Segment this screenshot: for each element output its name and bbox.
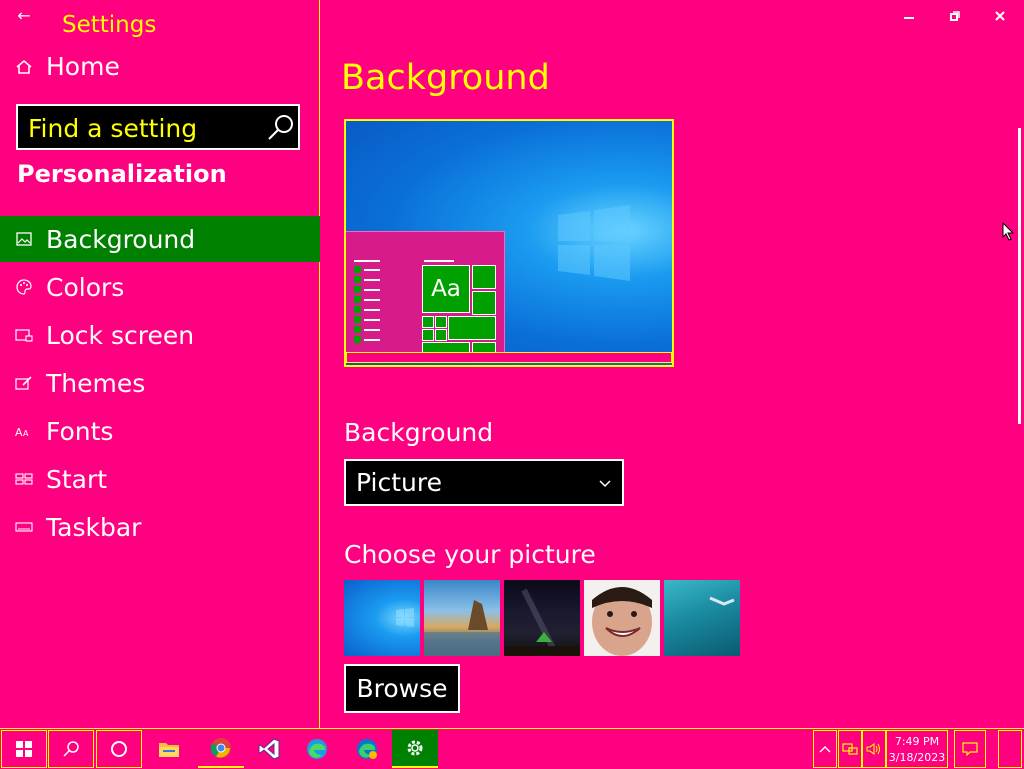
gear-icon — [407, 740, 423, 756]
svg-text:A: A — [15, 426, 23, 438]
tent-image — [504, 588, 580, 656]
swimmer-image — [709, 596, 735, 606]
picture-icon — [14, 232, 34, 246]
sidebar-item-colors[interactable]: Colors — [0, 264, 320, 310]
fonts-icon: AA — [14, 424, 34, 438]
visual-studio-button[interactable] — [246, 730, 292, 768]
sidebar-item-label: Fonts — [46, 416, 114, 446]
windows-logo-icon — [558, 205, 630, 281]
file-explorer-button[interactable] — [146, 730, 192, 768]
restore-icon — [950, 11, 960, 21]
search-icon — [63, 741, 79, 757]
section-title: Personalization — [17, 160, 227, 188]
rock-formation-image — [424, 600, 500, 656]
page-title: Background — [341, 58, 550, 98]
sidebar-item-lock-screen[interactable]: Lock screen — [0, 312, 320, 358]
sidebar-item-start[interactable]: Start — [0, 456, 320, 502]
settings-button[interactable] — [392, 730, 438, 768]
app-title: Settings — [62, 12, 157, 38]
preview-tile-aa: Aa — [422, 265, 470, 313]
search-input[interactable] — [28, 113, 258, 143]
background-type-dropdown[interactable]: Picture — [344, 459, 624, 506]
clock-date: 3/18/2023 — [888, 751, 946, 764]
clock-time: 7:49 PM — [894, 735, 940, 748]
windows-logo-icon — [396, 608, 414, 627]
night-sky-tent-wallpaper-thumbnail[interactable] — [504, 580, 580, 656]
beach-rock-wallpaper-thumbnail[interactable] — [424, 580, 500, 656]
close-button[interactable] — [977, 4, 1023, 28]
windows-logo-icon — [16, 741, 32, 757]
chrome-button[interactable] — [198, 730, 244, 768]
palette-icon — [14, 279, 34, 295]
visual-studio-icon — [258, 738, 280, 760]
network-button[interactable] — [838, 730, 862, 768]
sidebar-item-background[interactable]: Background — [0, 216, 320, 262]
taskbar: 7:49 PM 3/18/2023 — [0, 728, 1024, 769]
search-box[interactable] — [16, 104, 300, 150]
notification-icon — [962, 742, 978, 756]
chevron-down-icon — [599, 479, 611, 487]
folder-icon — [159, 743, 179, 757]
mouse-cursor-icon — [1002, 222, 1015, 241]
scrollbar[interactable] — [1018, 128, 1021, 424]
svg-text:A: A — [23, 429, 29, 438]
chrome-icon — [210, 738, 231, 758]
taskbar-icon — [14, 521, 34, 533]
minimize-icon — [904, 17, 914, 19]
dropdown-value: Picture — [356, 468, 442, 497]
back-button[interactable]: ← — [10, 4, 38, 26]
cortana-icon — [111, 741, 127, 757]
preview-start-menu: Aa — [346, 231, 505, 360]
preview-taskbar — [346, 352, 672, 363]
choose-picture-label: Choose your picture — [344, 540, 596, 569]
background-label: Background — [344, 418, 494, 447]
clock[interactable]: 7:49 PM 3/18/2023 — [886, 730, 948, 768]
network-icon — [842, 743, 858, 755]
sidebar-item-label: Lock screen — [46, 320, 195, 350]
close-icon — [995, 11, 1005, 21]
sidebar-item-label: Background — [46, 224, 196, 254]
restore-button[interactable] — [932, 4, 978, 28]
edge-dev-icon — [357, 739, 377, 759]
browse-button[interactable]: Browse — [344, 664, 460, 713]
themes-icon — [14, 375, 34, 391]
lock-screen-icon — [14, 328, 34, 342]
sidebar-item-taskbar[interactable]: Taskbar — [0, 504, 320, 550]
sidebar-item-label: Themes — [46, 368, 146, 398]
chevron-up-icon — [819, 746, 831, 753]
sidebar-item-label: Colors — [46, 272, 125, 302]
start-button[interactable] — [1, 730, 47, 768]
sidebar-item-label: Start — [46, 464, 108, 494]
face-photo-image — [592, 587, 652, 656]
cortana-button[interactable] — [96, 730, 142, 768]
home-icon — [16, 59, 32, 74]
sidebar-item-fonts[interactable]: AA Fonts — [0, 408, 320, 454]
action-center-button[interactable] — [954, 730, 986, 768]
start-icon — [14, 472, 34, 486]
smiling-face-photo-thumbnail[interactable] — [584, 580, 660, 656]
speaker-icon — [866, 742, 880, 756]
edge-button[interactable] — [294, 730, 340, 768]
edge-icon — [307, 739, 327, 759]
show-hidden-icons-button[interactable] — [813, 730, 837, 768]
sidebar-item-label: Taskbar — [46, 512, 142, 542]
home-nav-item[interactable]: Home — [14, 52, 120, 81]
windows-blue-wallpaper-thumbnail[interactable] — [344, 580, 420, 656]
show-desktop-button[interactable] — [998, 730, 1022, 768]
minimize-button[interactable] — [886, 4, 932, 28]
search-button[interactable] — [48, 730, 94, 768]
sidebar-item-themes[interactable]: Themes — [0, 360, 320, 406]
volume-button[interactable] — [862, 730, 886, 768]
home-label: Home — [46, 52, 120, 81]
desktop-preview: Aa — [344, 119, 674, 367]
underwater-swimmer-wallpaper-thumbnail[interactable] — [664, 580, 740, 656]
edge-dev-button[interactable] — [344, 730, 390, 768]
search-icon[interactable] — [264, 112, 296, 144]
